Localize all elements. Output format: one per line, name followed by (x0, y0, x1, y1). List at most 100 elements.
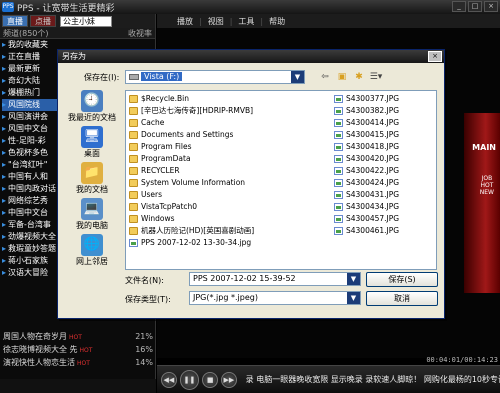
file-name: ProgramData (141, 154, 191, 163)
menu-tools[interactable]: 工具 (238, 16, 254, 27)
filename-input[interactable]: PPS 2007-12-02 15-39-52 ▼ (189, 272, 361, 286)
forward-button[interactable]: ▶▶ (220, 371, 237, 388)
tab-live[interactable]: 直播 (2, 15, 28, 27)
menu-separator: | (199, 16, 202, 26)
place-label: 我的电脑 (76, 221, 108, 230)
stop-button[interactable]: ■ (202, 371, 218, 388)
category-label: 军备-台湾事 (8, 220, 51, 229)
file-item[interactable]: S4300431.JPG (334, 189, 399, 201)
folder-item[interactable]: VistaTcpPatch0 (129, 201, 254, 213)
file-item[interactable]: PPS 2007-12-02 13-30-34.jpg (129, 237, 254, 249)
folder-item[interactable]: Windows (129, 213, 254, 225)
file-item[interactable]: S4300418.JPG (334, 141, 399, 153)
folder-icon (129, 191, 138, 199)
expand-icon: ▸ (2, 136, 7, 145)
channel-search-input[interactable]: 公主小妹 (60, 15, 112, 27)
file-item[interactable]: S4300415.JPG (334, 129, 399, 141)
folder-icon (129, 107, 138, 115)
places-bar: 🕘 我最近的文档 🖥 桌面 📁 我的文档 💻 我的电脑 🌐 网上邻居 (62, 90, 122, 270)
folder-item[interactable]: Cache (129, 117, 254, 129)
network-places-icon: 🌐 (81, 234, 103, 256)
app-title: PPS - 让宽带生活更精彩 (17, 3, 115, 14)
category-label: 我的收藏夹 (8, 40, 49, 49)
file-item[interactable]: S4300461.JPG (334, 225, 399, 237)
menu-help[interactable]: 帮助 (269, 16, 285, 27)
file-item[interactable]: S4300434.JPG (334, 201, 399, 213)
hot-badge: HOT (69, 334, 82, 341)
save-button[interactable]: 保存(S) (366, 272, 438, 287)
image-file-icon (334, 215, 343, 223)
category-label: 风国中文台 (8, 124, 49, 133)
place-item[interactable]: 🌐 网上邻居 (62, 234, 122, 270)
folder-icon (129, 227, 138, 235)
file-item[interactable]: S4300414.JPG (334, 117, 399, 129)
folder-item[interactable]: Documents and Settings (129, 129, 254, 141)
expand-icon: ▸ (2, 220, 7, 229)
file-item[interactable]: S4300377.JPG (334, 93, 399, 105)
save-in-value: Vista (F:) (141, 72, 183, 81)
expand-icon: ▸ (2, 88, 7, 97)
category-label: 风国演讲会 (8, 112, 49, 121)
chevron-down-icon[interactable]: ▼ (291, 71, 304, 83)
file-name: S4300414.JPG (346, 118, 400, 127)
channel-item[interactable]: 徐志晓博视频大全 先 HOT 16% (0, 343, 156, 356)
rewind-button[interactable]: ◀◀ (161, 371, 177, 388)
view-menu-icon[interactable]: ☰▾ (369, 70, 383, 84)
image-file-icon (334, 143, 343, 151)
left-footer (0, 379, 156, 393)
file-item[interactable]: S4300457.JPG (334, 213, 399, 225)
folder-item[interactable]: ProgramData (129, 153, 254, 165)
menu-view[interactable]: 视图 (208, 16, 224, 27)
channel-item[interactable]: 演视快性人物恋生活 HOT 14% (0, 356, 156, 369)
folder-icon (129, 179, 138, 187)
file-list[interactable]: $Recycle.Bin [辛巴达七海传奇][HDRIP-RMVB] Cache Do… (125, 90, 437, 270)
folder-item[interactable]: Users (129, 189, 254, 201)
menu-bar: 播放 | 视图 | 工具 | 帮助 (157, 14, 500, 28)
folder-item[interactable]: System Volume Information (129, 177, 254, 189)
channel-item[interactable]: 周国人物在奇岁月 HOT 21% (0, 330, 156, 343)
folder-item[interactable]: Program Files (129, 141, 254, 153)
folder-item[interactable]: $Recycle.Bin (129, 93, 254, 105)
expand-icon: ▸ (2, 232, 7, 241)
channel-name: 徐志晓博视频大全 先 (3, 345, 78, 354)
dialog-close-button[interactable]: × (428, 51, 442, 62)
file-item[interactable]: S4300422.JPG (334, 165, 399, 177)
folder-item[interactable]: [辛巴达七海传奇][HDRIP-RMVB] (129, 105, 254, 117)
cancel-button[interactable]: 取消 (366, 291, 438, 306)
close-window-button[interactable]: × (484, 1, 498, 12)
news-ticker[interactable]: 录 电脑一眼器晚收宽限 显示晚录 录软速人脚晾！ 网购化最杨的10秒专诗 (246, 374, 500, 385)
expand-icon: ▸ (2, 148, 7, 157)
new-folder-icon[interactable]: ✱ (352, 70, 366, 84)
place-item[interactable]: 📁 我的文档 (62, 162, 122, 198)
chevron-down-icon[interactable]: ▼ (347, 273, 360, 285)
maximize-button[interactable]: □ (468, 1, 482, 12)
file-item[interactable]: S4300382.JPG (334, 105, 399, 117)
channel-name-wrap: 演视快性人物恋生活 HOT (3, 356, 90, 369)
expand-icon: ▸ (2, 40, 7, 49)
chevron-down-icon[interactable]: ▼ (347, 292, 360, 304)
up-folder-icon[interactable]: ▣ (335, 70, 349, 84)
promo-banner[interactable]: MAIN JOB HOT NEW (464, 113, 500, 293)
file-name: S4300382.JPG (346, 106, 400, 115)
dialog-toolbar: ⇦ ▣ ✱ ☰▾ (318, 70, 383, 84)
place-label: 桌面 (84, 149, 100, 158)
save-in-dropdown[interactable]: Vista (F:) ▼ (125, 70, 305, 84)
folder-icon (129, 155, 138, 163)
file-item[interactable]: S4300420.JPG (334, 153, 399, 165)
file-item[interactable]: S4300424.JPG (334, 177, 399, 189)
expand-icon: ▸ (2, 52, 7, 61)
pause-button[interactable]: ❚❚ (179, 369, 200, 390)
menu-play[interactable]: 播放 (177, 16, 193, 27)
place-item[interactable]: 🖥 桌面 (62, 126, 122, 162)
category-label: 网络综艺秀 (8, 196, 49, 205)
folder-item[interactable]: RECYCLER (129, 165, 254, 177)
back-arrow-icon[interactable]: ⇦ (318, 70, 332, 84)
minimize-button[interactable]: _ (452, 1, 466, 12)
place-item[interactable]: 💻 我的电脑 (62, 198, 122, 234)
filetype-dropdown[interactable]: JPG(*.jpg *.jpeg) ▼ (189, 291, 361, 305)
tab-vod[interactable]: 点播 (30, 15, 56, 27)
place-item[interactable]: 🕘 我最近的文档 (62, 90, 122, 126)
category-label: 最新更新 (8, 64, 41, 73)
folder-item[interactable]: 机器人历险记(HD)[英国喜剧动画] (129, 225, 254, 237)
file-name: S4300418.JPG (346, 142, 400, 151)
